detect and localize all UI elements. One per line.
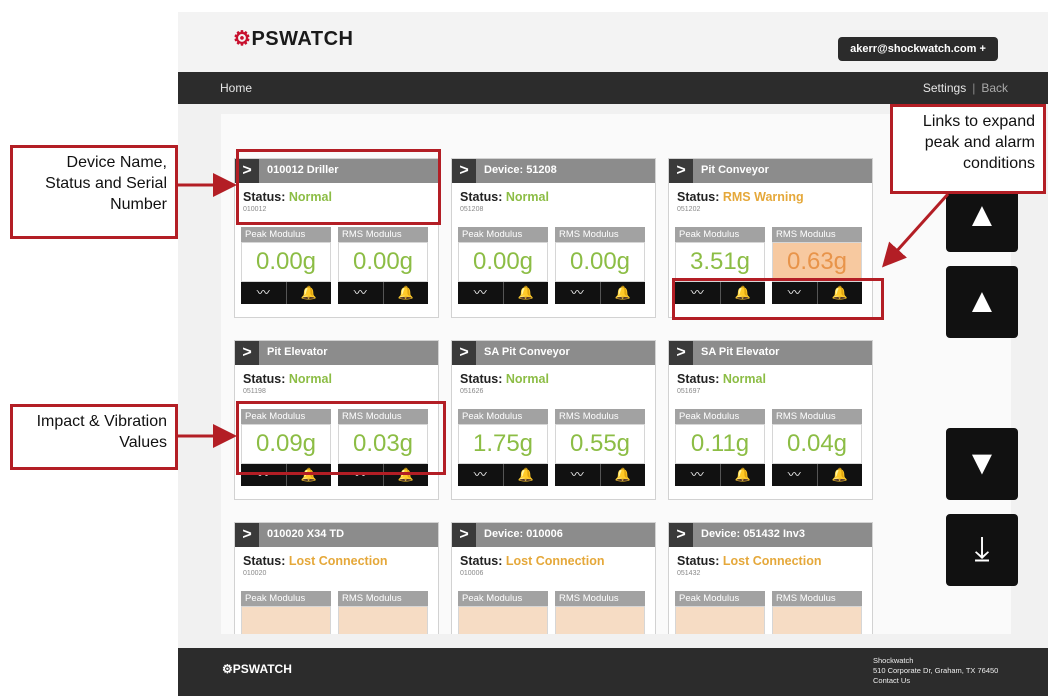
annotation-arrows	[178, 173, 950, 448]
arrow-links	[881, 192, 950, 268]
